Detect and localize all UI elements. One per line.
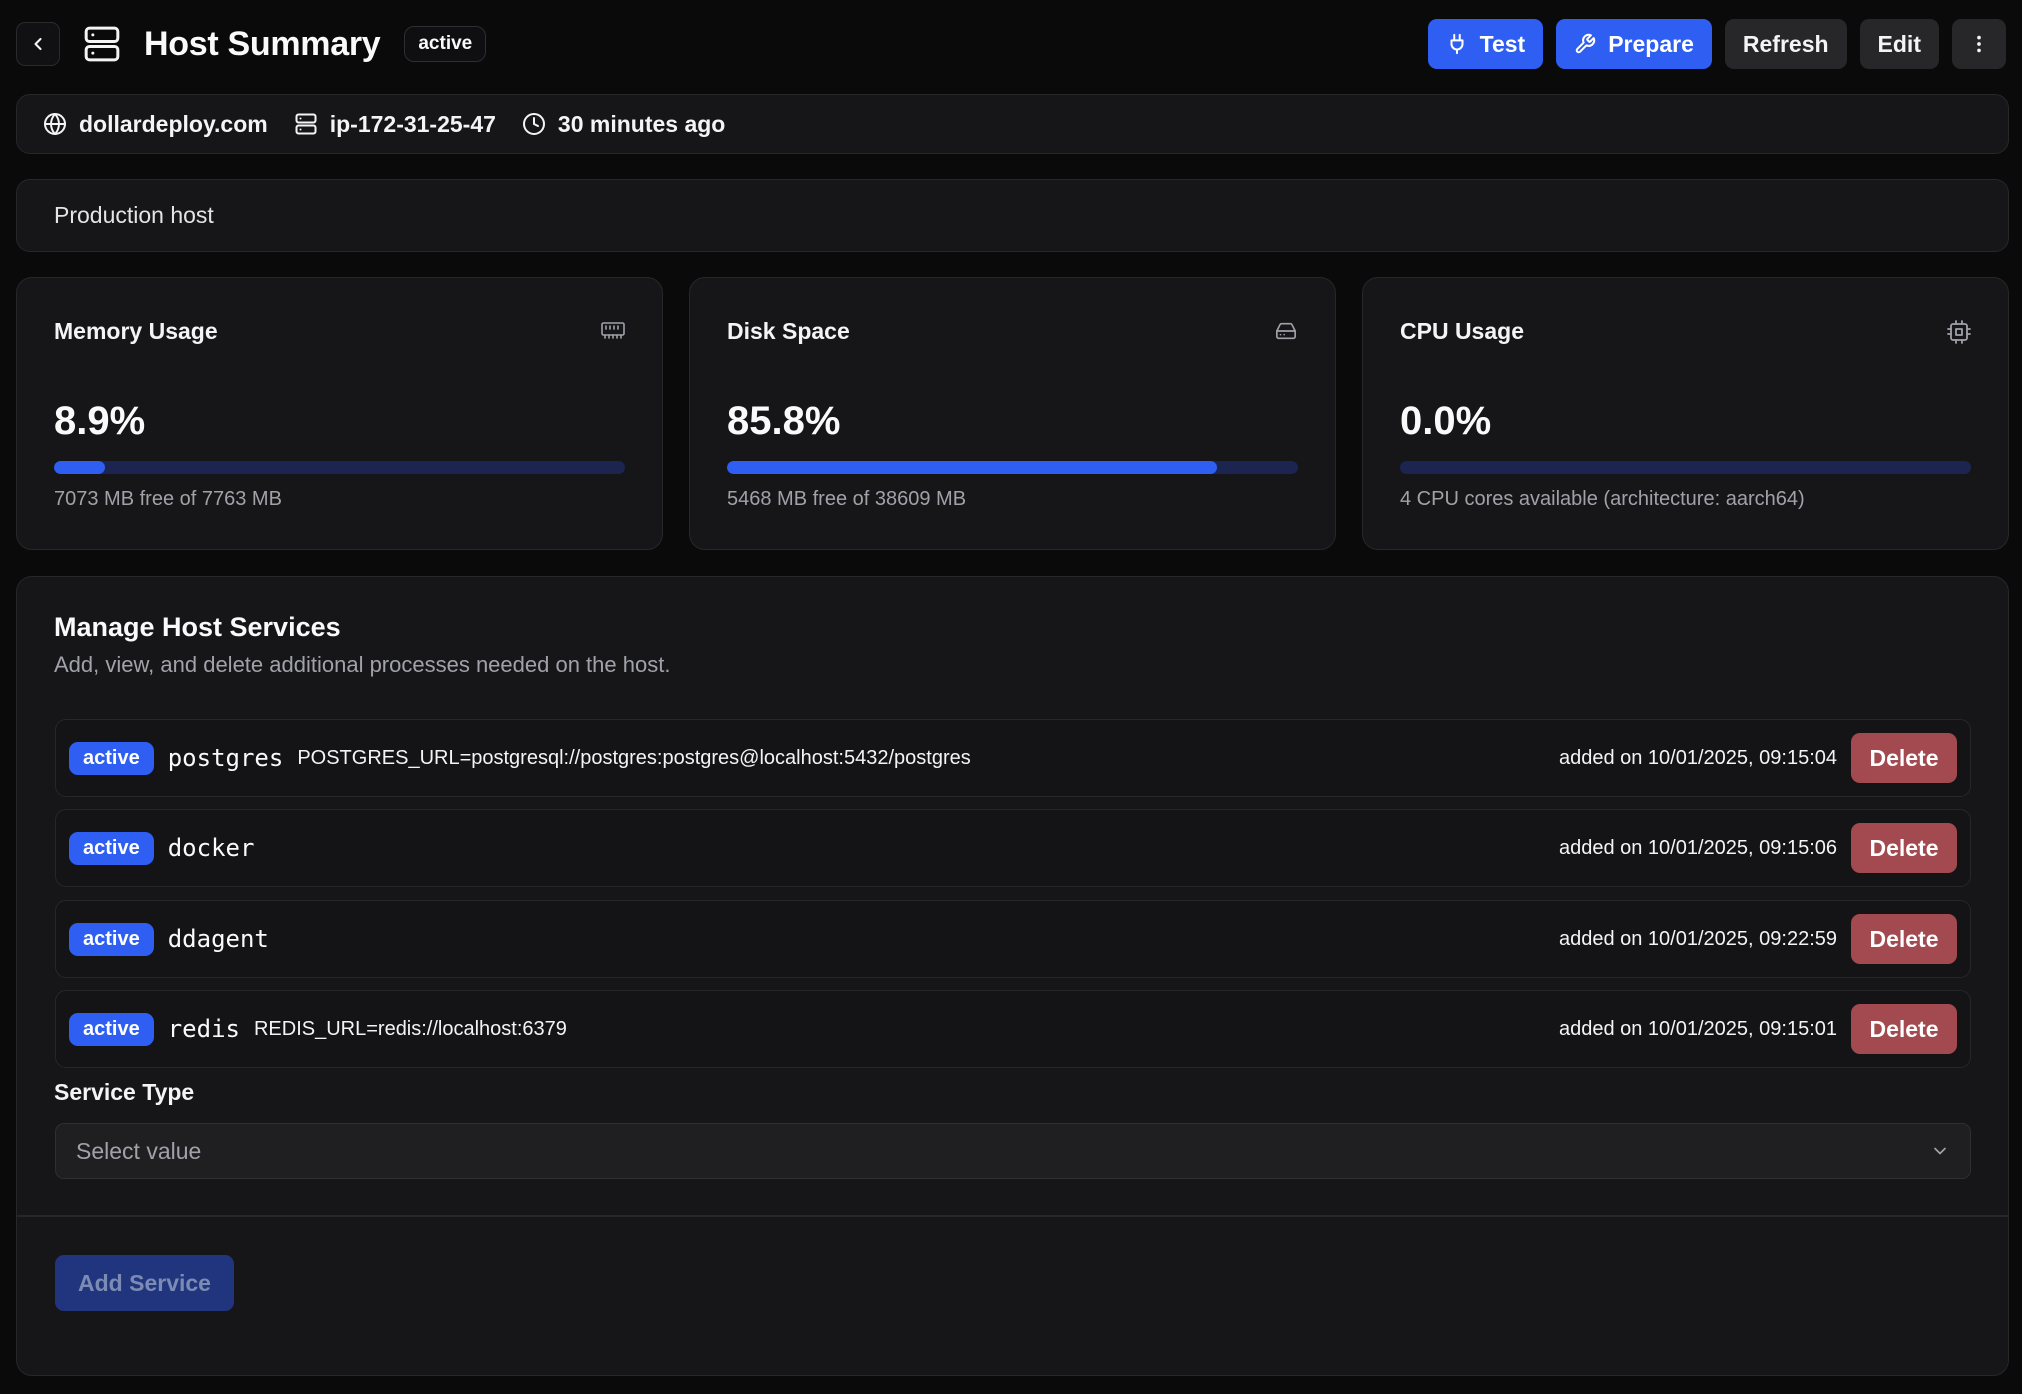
test-button[interactable]: Test [1427, 19, 1544, 69]
cpu-value: 0.0% [1400, 399, 1492, 443]
service-added-date: added on 10/01/2025, 09:15:04 [1558, 746, 1837, 769]
hostname-info: ip-172-31-25-47 [294, 111, 496, 138]
memory-usage-card: Memory Usage 8.9% 7073 MB free of 7763 M… [16, 277, 663, 550]
cpu-subtitle: 4 CPU cores available (architecture: aar… [1400, 488, 1805, 510]
services-title: Manage Host Services [54, 612, 341, 642]
service-name: postgres [167, 744, 284, 772]
memory-subtitle: 7073 MB free of 7763 MB [54, 488, 282, 510]
globe-icon [44, 113, 66, 135]
memory-progress-fill [54, 461, 105, 474]
service-name: redis [167, 1015, 240, 1043]
host-info-bar: dollardeploy.com ip-172-31-25-47 30 minu… [16, 94, 2009, 154]
service-type-label: Service Type [54, 1079, 195, 1105]
service-added-date: added on 10/01/2025, 09:15:06 [1558, 836, 1837, 859]
service-status-badge: active [69, 831, 154, 865]
delete-redis-button[interactable]: Delete [1851, 1004, 1957, 1054]
prepare-button[interactable]: Prepare [1556, 19, 1712, 69]
add-service-button[interactable]: Add Service [55, 1255, 234, 1311]
hard-drive-icon [1276, 322, 1296, 340]
more-vertical-icon [1977, 35, 1981, 53]
more-button[interactable] [1952, 19, 2006, 69]
delete-ddagent-button[interactable]: Delete [1851, 914, 1957, 964]
disk-progress-fill [727, 461, 1217, 474]
host-summary-page: Host Summary active Test Prepare Refresh… [0, 0, 2022, 1394]
disk-title: Disk Space [727, 318, 850, 344]
disk-subtitle: 5468 MB free of 38609 MB [727, 488, 967, 510]
page-title: Host Summary [144, 24, 381, 63]
status-badge: active [404, 26, 487, 62]
cpu-icon [1947, 320, 1971, 344]
wrench-icon [1576, 33, 1596, 54]
disk-space-card: Disk Space 85.8% 5468 MB free of 38609 M… [689, 277, 1336, 550]
cpu-title: CPU Usage [1400, 318, 1524, 344]
divider [17, 1215, 2008, 1217]
service-row-redis: active redis REDIS_URL=redis://localhost… [55, 990, 1971, 1068]
chevron-left-icon [34, 37, 42, 51]
service-row-postgres: active postgres POSTGRES_URL=postgresql:… [55, 719, 1971, 797]
service-row-docker: active docker added on 10/01/2025, 09:15… [55, 809, 1971, 887]
service-name: ddagent [167, 925, 269, 953]
service-status-badge: active [69, 1012, 154, 1046]
service-added-date: added on 10/01/2025, 09:22:59 [1558, 927, 1837, 950]
refresh-button[interactable]: Refresh [1724, 19, 1847, 69]
page-header: Host Summary active Test Prepare Refresh… [16, 19, 2006, 69]
domain-info: dollardeploy.com [43, 111, 268, 138]
cpu-usage-card: CPU Usage 0.0% 4 CPU cores available (ar… [1362, 277, 2009, 550]
service-added-date: added on 10/01/2025, 09:15:01 [1558, 1017, 1837, 1040]
disk-progress-bar [727, 461, 1298, 474]
disk-value: 85.8% [727, 399, 841, 443]
delete-docker-button[interactable]: Delete [1851, 823, 1957, 873]
plug-icon [1450, 33, 1464, 55]
service-status-badge: active [69, 741, 154, 775]
service-name: docker [167, 834, 255, 862]
service-type-select[interactable]: Select value [55, 1123, 1971, 1179]
edit-button[interactable]: Edit [1859, 19, 1939, 69]
chevron-down-icon [1934, 1147, 1946, 1155]
memory-icon [601, 322, 625, 339]
service-status-badge: active [69, 922, 154, 956]
hostname-text: ip-172-31-25-47 [329, 110, 496, 137]
host-services-card: Manage Host Services Add, view, and dele… [16, 576, 2009, 1376]
memory-title: Memory Usage [54, 318, 218, 344]
prepare-button-label: Prepare [1608, 30, 1694, 57]
service-type-placeholder: Select value [76, 1137, 202, 1164]
delete-postgres-button[interactable]: Delete [1851, 733, 1957, 783]
updated-info: 30 minutes ago [522, 111, 725, 138]
server-icon [82, 24, 122, 64]
server-icon [295, 113, 317, 135]
header-actions: Test Prepare Refresh Edit [1427, 19, 2006, 69]
test-button-label: Test [1479, 30, 1526, 57]
clock-icon [522, 113, 545, 135]
service-env: REDIS_URL=redis://localhost:6379 [253, 1017, 567, 1040]
host-description: Production host [16, 179, 2009, 252]
updated-text: 30 minutes ago [557, 110, 726, 137]
memory-progress-bar [54, 461, 625, 474]
memory-value: 8.9% [54, 399, 146, 443]
services-description: Add, view, and delete additional process… [54, 652, 671, 677]
cpu-progress-bar [1400, 461, 1971, 474]
back-button[interactable] [16, 22, 60, 66]
service-row-ddagent: active ddagent added on 10/01/2025, 09:2… [55, 900, 1971, 978]
service-env: POSTGRES_URL=postgresql://postgres:postg… [297, 746, 971, 769]
domain-text: dollardeploy.com [79, 110, 268, 137]
